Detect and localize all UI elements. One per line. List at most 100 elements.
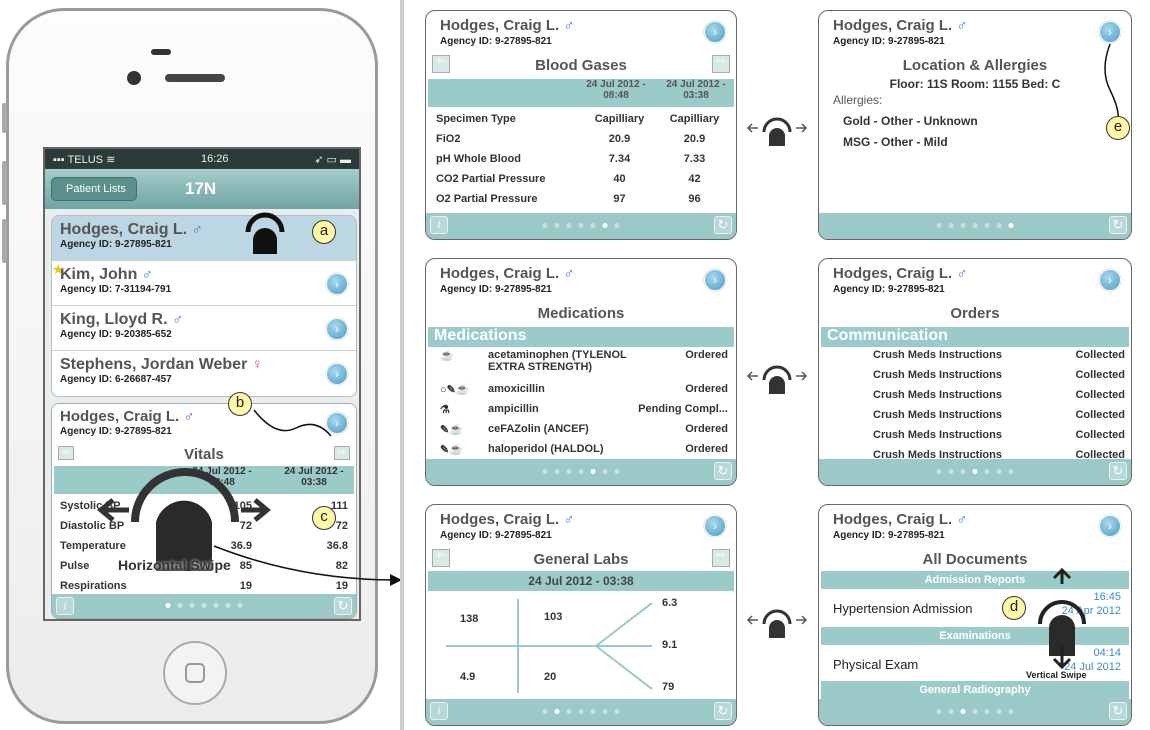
- allergies-label: Allergies:: [833, 93, 883, 107]
- blood-gases-table: Specimen Type Capilliary Capilliary FiO2 20…: [432, 109, 732, 209]
- allergy-item: MSG - Other - Mild: [843, 135, 948, 149]
- patient-row-stephens[interactable]: Stephens, Jordan Weber ♀ Agency ID: 6-26…: [52, 351, 356, 396]
- chevron-right-icon[interactable]: ›: [704, 21, 726, 43]
- chevron-right-icon[interactable]: ›: [326, 318, 348, 340]
- patient-name: Stephens, Jordan Weber: [60, 356, 248, 373]
- refresh-icon[interactable]: ↻: [714, 462, 732, 480]
- med-status: Ordered: [685, 349, 728, 361]
- orders-table: Crush Meds Instructions Collected Crush M…: [869, 345, 1129, 465]
- order-name: Crush Meds Instructions: [873, 409, 1002, 421]
- document-item[interactable]: Physical Exam: [833, 657, 918, 672]
- male-icon: ♂: [956, 511, 968, 528]
- cell: 20.9: [608, 133, 631, 145]
- chevron-right-icon[interactable]: ›: [326, 363, 348, 385]
- info-icon[interactable]: i: [430, 702, 448, 720]
- refresh-icon[interactable]: ↻: [1109, 216, 1127, 234]
- order-status: Collected: [1075, 389, 1125, 401]
- med-name: amoxicillin: [488, 383, 545, 395]
- order-name: Crush Meds Instructions: [873, 349, 1002, 361]
- med-icons: ✎☕: [440, 424, 463, 436]
- patient-name: Hodges, Craig L.: [440, 265, 560, 282]
- med-row: ✎☕ haloperidol (HALDOL) Ordered: [440, 443, 736, 456]
- table-row: Crush Meds Instructions Collected: [869, 385, 1129, 405]
- male-icon: ♂: [956, 17, 968, 34]
- volume-up-button: [2, 161, 7, 205]
- order-status: Collected: [1075, 409, 1125, 421]
- column-header: 24 Jul 2012 - 08:48: [586, 79, 646, 101]
- front-camera: [127, 71, 141, 85]
- med-name: haloperidol (HALDOL): [488, 443, 604, 455]
- male-icon: ♂: [563, 511, 575, 528]
- page-footer: ↻: [819, 459, 1131, 485]
- swipe-connector-icon: [746, 365, 808, 394]
- patient-name: Hodges, Craig L.: [833, 511, 953, 528]
- agency-id: Agency ID: 9-27895-821: [833, 284, 945, 295]
- chevron-right-icon[interactable]: ›: [326, 273, 348, 295]
- home-button[interactable]: [163, 641, 227, 705]
- refresh-icon[interactable]: ↻: [1109, 462, 1127, 480]
- row-label: CO2 Partial Pressure: [436, 173, 546, 185]
- touch-hold-icon: [245, 212, 285, 254]
- med-name: acetaminophen (TYLENOL EXTRA STRENGTH): [488, 349, 627, 373]
- med-row: ○✎☕ amoxicillin Ordered: [440, 383, 736, 396]
- row-label: pH Whole Blood: [436, 153, 521, 165]
- agency-id: Agency ID: 9-20385-652: [60, 329, 172, 340]
- refresh-icon[interactable]: ↻: [714, 216, 732, 234]
- agency-id: Agency ID: 9-27895-821: [60, 426, 172, 437]
- location-allergies-card: Hodges, Craig L. ♂ Agency ID: 9-27895-82…: [818, 10, 1132, 240]
- med-name: ceFAZolin (ANCEF): [488, 423, 589, 435]
- refresh-icon[interactable]: ↻: [1109, 702, 1127, 720]
- callout-c: c: [312, 506, 336, 530]
- section-title: Medications: [537, 305, 625, 322]
- row-label: FiO2: [436, 133, 461, 145]
- flow-arrow: [213, 545, 402, 586]
- agency-id: Agency ID: 6-26687-457: [60, 374, 172, 385]
- patient-row-kim[interactable]: ★ Kim, John ♂ Agency ID: 7-31194-791 ›: [52, 261, 356, 306]
- table-row: Crush Meds Instructions Collected: [869, 345, 1129, 365]
- order-name: Crush Meds Instructions: [873, 389, 1002, 401]
- cell: 7.34: [608, 153, 631, 165]
- med-row: ✎☕ ceFAZolin (ANCEF) Ordered: [440, 423, 736, 436]
- page-dots: [936, 469, 1014, 474]
- agency-id: Agency ID: 9-27895-821: [833, 36, 945, 47]
- section-header: Medications: [428, 327, 734, 347]
- agency-id: Agency ID: 7-31194-791: [60, 284, 172, 295]
- agency-id: Agency ID: 9-27895-821: [60, 239, 172, 250]
- swipe-connector-icon: [746, 609, 808, 638]
- cell: Capilliary: [669, 113, 720, 125]
- med-status: Ordered: [685, 383, 728, 395]
- chevron-right-icon[interactable]: ›: [704, 515, 726, 537]
- star-icon: ★: [52, 261, 65, 277]
- med-icons: ☕: [440, 350, 454, 362]
- callout-e-line: [1104, 43, 1120, 123]
- gesture-label: Vertical Swipe: [1026, 670, 1087, 680]
- nav-bar: Patient Lists 17N: [45, 169, 359, 209]
- lab-value: 4.9: [460, 671, 476, 683]
- chevron-right-icon[interactable]: ›: [704, 269, 726, 291]
- patient-row-hodges[interactable]: Hodges, Craig L. ♂ Agency ID: 9-27895-82…: [52, 216, 356, 261]
- chevron-right-icon[interactable]: ›: [1099, 515, 1121, 537]
- cell: 42: [688, 173, 701, 185]
- cell: 40: [613, 173, 626, 185]
- med-row: ⚗ ampicillin Pending Compl...: [440, 403, 736, 416]
- page-footer: i ↻: [426, 213, 736, 239]
- order-name: Crush Meds Instructions: [873, 369, 1002, 381]
- sensor: [151, 49, 171, 55]
- earpiece-speaker: [165, 74, 225, 82]
- info-icon[interactable]: i: [430, 216, 448, 234]
- refresh-icon[interactable]: ↻: [334, 597, 352, 615]
- refresh-icon[interactable]: ↻: [714, 702, 732, 720]
- status-bar: ▪▪▪ TELUS ≋ 16:26 ➶ ▭ ▬: [45, 149, 359, 169]
- cell: 97: [613, 193, 626, 205]
- patient-row-king[interactable]: King, Lloyd R. ♂ Agency ID: 9-20385-652 …: [52, 306, 356, 351]
- lab-value: 79: [662, 681, 675, 693]
- chevron-right-icon[interactable]: ›: [1099, 269, 1121, 291]
- med-icons: ✎☕: [440, 444, 463, 456]
- document-item[interactable]: Hypertension Admission: [833, 601, 972, 616]
- info-icon[interactable]: i: [56, 597, 74, 615]
- document-time: 16:45: [1093, 591, 1121, 603]
- section-header: General Radiography: [821, 681, 1129, 699]
- nav-title: 17N: [185, 179, 217, 198]
- table-row: Crush Meds Instructions Collected: [869, 425, 1129, 445]
- patient-lists-back-button[interactable]: Patient Lists: [51, 177, 137, 201]
